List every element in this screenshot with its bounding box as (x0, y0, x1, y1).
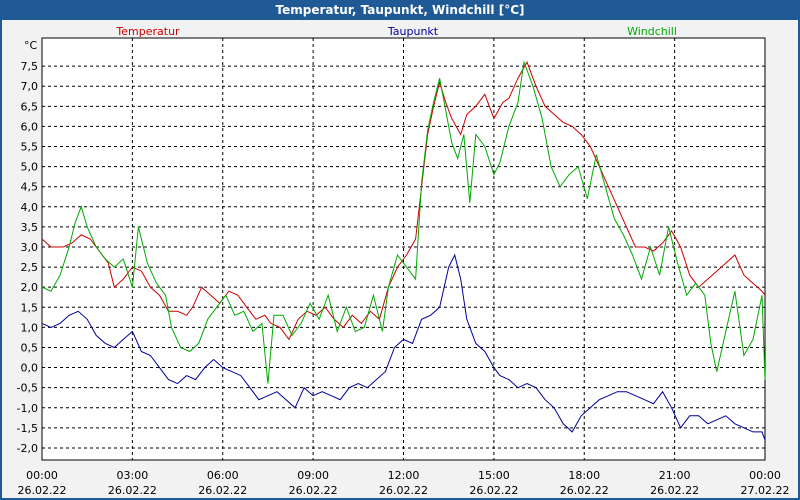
x-tick-time: 09:00 (297, 469, 329, 482)
x-tick-date: 26.02.22 (560, 484, 609, 497)
x-tick-time: 21:00 (659, 469, 691, 482)
y-tick-label: 5,5 (21, 141, 39, 154)
x-tick-time: 03:00 (117, 469, 149, 482)
x-tick-date: 26.02.22 (198, 484, 247, 497)
chart: °C 7,5 7,0 6,5 6,0 5,5 5,0 4,5 4,0 3,5 3,0 2,5 2,0 1… (17, 25, 790, 497)
y-tick-label: 5,0 (21, 161, 39, 174)
y-tick-label: 2,5 (21, 261, 39, 274)
y-tick-label: 1,0 (21, 321, 39, 334)
y-axis-unit: °C (24, 39, 38, 52)
x-tick-time: 06:00 (207, 469, 239, 482)
legend-taupunkt: Taupunkt (387, 25, 439, 38)
x-tick-date: 27.02.22 (741, 484, 790, 497)
legend-windchill: Windchill (627, 25, 677, 38)
x-tick-time: 12:00 (388, 469, 420, 482)
y-tick-label: -1,0 (17, 402, 38, 415)
x-tick-date: 26.02.22 (289, 484, 338, 497)
y-tick-label: 4,0 (21, 201, 39, 214)
y-tick-label: -2,0 (17, 442, 38, 455)
y-axis-ticks: 7,5 7,0 6,5 6,0 5,5 5,0 4,5 4,0 3,5 3,0 2,5 2,0 1,5 1… (17, 60, 38, 455)
x-axis-ticks: 00:00 26.02.22 03:00 26.02.22 06:00 26.02.22 0… (18, 469, 790, 497)
y-tick-label: 1,5 (21, 301, 39, 314)
x-tick-date: 26.02.22 (108, 484, 157, 497)
legend: Temperatur Taupunkt Windchill (115, 25, 677, 38)
y-tick-label: 0,5 (21, 341, 39, 354)
y-tick-label: 3,5 (21, 221, 39, 234)
y-tick-label: 2,0 (21, 281, 39, 294)
chart-window: Temperatur, Taupunkt, Windchill [°C] °C … (0, 0, 800, 500)
x-tick-time: 00:00 (749, 469, 781, 482)
x-tick-date: 26.02.22 (469, 484, 518, 497)
x-tick-date: 26.02.22 (18, 484, 67, 497)
x-tick-date: 26.02.22 (379, 484, 428, 497)
y-tick-label: 0,0 (21, 362, 39, 375)
y-tick-label: 6,5 (21, 100, 39, 113)
x-tick-time: 15:00 (478, 469, 510, 482)
y-tick-label: 6,0 (21, 120, 39, 133)
y-tick-label: 7,0 (21, 80, 39, 93)
x-tick-time: 18:00 (568, 469, 600, 482)
legend-temperatur: Temperatur (115, 25, 180, 38)
y-tick-label: 3,0 (21, 241, 39, 254)
y-tick-label: 4,5 (21, 181, 39, 194)
y-tick-label: -0,5 (17, 382, 38, 395)
y-tick-label: 7,5 (21, 60, 39, 73)
x-tick-time: 00:00 (26, 469, 58, 482)
y-tick-label: -1,5 (17, 422, 38, 435)
x-tick-date: 26.02.22 (650, 484, 699, 497)
